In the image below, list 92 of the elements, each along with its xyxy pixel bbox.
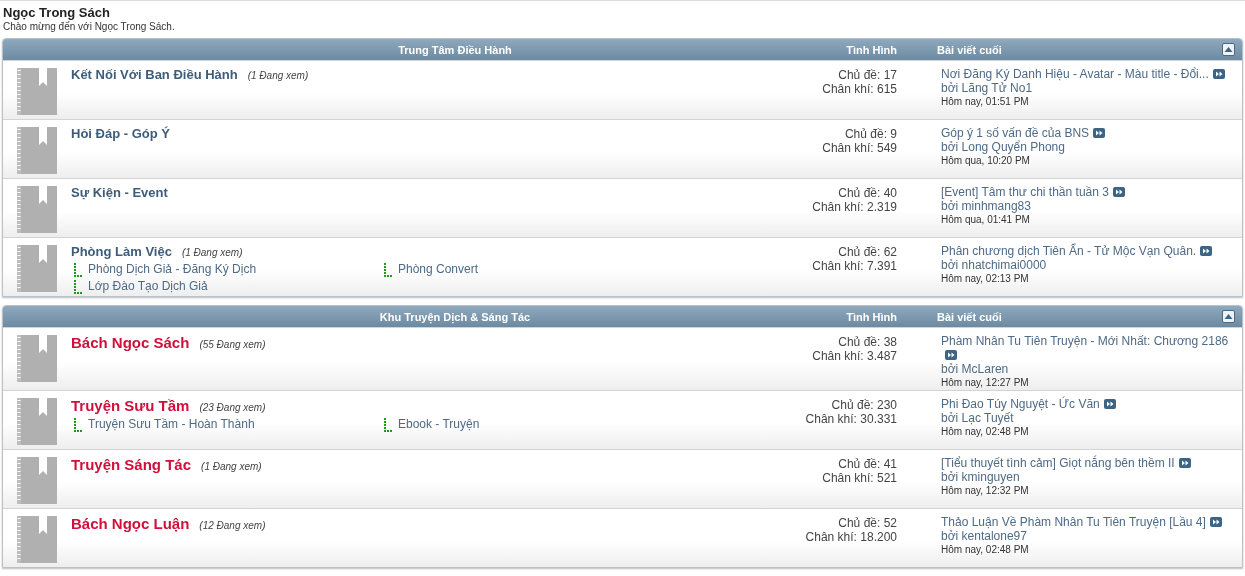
book-icon [17,398,57,445]
post-count: Chân khí: 3.487 [811,349,897,363]
tree-icon [74,262,83,277]
viewer-count: (1 Đang xem) [247,70,309,81]
last-post-time: Hôm nay, 02:48 PM [941,425,1030,439]
tree-icon [74,279,83,294]
page-subtitle: Chào mừng đến với Ngọc Trong Sách. [3,21,176,32]
viewer-count: (12 Đang xem) [199,520,266,531]
last-post-time: Hôm nay, 02:48 PM [941,543,1030,557]
topic-count: Chủ đề: 41 [837,457,897,471]
caret-up-icon [1224,46,1233,53]
go-icon[interactable] [1212,69,1225,79]
viewer-count: (1 Đang xem) [181,247,243,258]
book-icon [17,68,57,115]
go-icon[interactable] [1112,187,1125,197]
forum-link[interactable]: Phòng Làm Việc [71,244,172,259]
go-icon[interactable] [945,350,957,360]
forum-link[interactable]: Bách Ngọc Sách [71,334,190,351]
last-post-link[interactable]: [Event] Tâm thư chi thần tuần 3 [941,185,1109,199]
last-post-link[interactable]: Thảo Luận Về Phàm Nhân Tu Tiên Truyện [Lầu 4] [941,515,1206,529]
forum-link[interactable]: Bách Ngọc Luận [71,515,190,532]
last-post-link[interactable]: [Tiểu thuyết tình cảm] Giọt nắng bên thềm II [941,456,1175,470]
page-title: Ngọc Trong Sách [3,5,111,20]
subforum-link[interactable]: Ebook - Truyện [384,416,584,433]
last-post-author[interactable]: bởi Long Quyển Phong [941,140,1238,154]
book-icon [17,335,57,382]
collapse-button[interactable] [1222,43,1235,56]
last-post-time: Hôm nay, 01:51 PM [941,95,1030,109]
book-icon [17,457,57,504]
subforum-link[interactable]: Phòng Dịch Giả - Đăng Ký Dịch [74,261,384,278]
post-count: Chân khí: 7.391 [811,259,897,273]
last-post-time: Hôm nay, 12:27 PM [941,376,1030,390]
post-count: Chân khí: 2.319 [811,200,897,214]
last-post-link[interactable]: Phân chương dịch Tiên Ẩn - Tử Mộc Vạn Quân. [941,244,1197,258]
forum-link[interactable]: Truyện Sưu Tầm [71,397,190,414]
post-count: Chân khí: 615 [821,82,897,96]
last-post-author[interactable]: bởi kentalone97 [941,529,1238,543]
last-post-link[interactable]: Góp ý 1 số vấn đề của BNS [941,126,1090,140]
last-post-time: Hôm nay, 02:13 PM [941,272,1030,286]
last-post-link[interactable]: Nơi Đăng Ký Danh Hiệu - Avatar - Màu title - Đổi... [941,67,1209,81]
last-post-author[interactable]: bởi Lạc Tuyết [941,411,1238,425]
last-post-time: Hôm qua, 10:20 PM [941,154,1031,168]
book-icon [17,186,57,233]
subforum-link[interactable]: Phòng Convert [384,261,584,278]
column-heading: Bài viết cuối [936,310,1003,323]
tree-icon [384,417,393,432]
caret-up-icon [1224,313,1233,320]
topic-count: Chủ đề: 230 [830,398,897,412]
section-title: Khu Truyện Dịch & Sáng Tác [378,310,532,323]
forum-link[interactable]: Truyện Sáng Tác [71,456,192,473]
forum-link[interactable]: Hỏi Đáp - Góp Ý [71,126,170,141]
column-heading: Tình Hình [845,310,897,323]
last-post-author[interactable]: bởi McLaren [941,362,1238,376]
book-icon [17,516,57,563]
book-icon [17,245,57,292]
go-icon[interactable] [1103,399,1116,409]
forum-link[interactable]: Kết Nối Với Ban Điều Hành [71,67,238,82]
go-icon[interactable] [1200,246,1213,256]
forum-link[interactable]: Sự Kiện - Event [71,185,168,200]
subforum-link[interactable]: Truyện Sưu Tầm - Hoàn Thành [74,416,384,433]
topic-count: Chủ đề: 9 [843,127,897,141]
viewer-count: (23 Đang xem) [199,402,266,413]
viewer-count: (1 Đang xem) [201,461,262,472]
book-icon [17,127,57,174]
viewer-count: (55 Đang xem) [199,339,266,350]
tree-icon [74,417,83,432]
last-post-link[interactable]: Phàm Nhân Tu Tiên Truyện - Mới Nhất: Chương 2186 [941,334,1229,348]
last-post-author[interactable]: bởi minhmang83 [941,199,1238,213]
topic-count: Chủ đề: 17 [837,68,897,82]
collapse-button[interactable] [1222,310,1235,323]
topic-count: Chủ đề: 52 [837,516,897,530]
go-icon[interactable] [1093,128,1106,138]
post-count: Chân khí: 521 [821,471,897,485]
post-count: Chân khí: 549 [821,141,897,155]
topic-count: Chủ đề: 40 [837,186,897,200]
column-heading: Tình Hình [845,43,897,56]
post-count: Chân khí: 18.200 [804,530,897,544]
post-count: Chân khí: 30.331 [804,412,897,426]
last-post-author[interactable]: bởi nhatchimai0000 [941,258,1238,272]
topic-count: Chủ đề: 62 [837,245,897,259]
subforum-link[interactable]: Lớp Đào Tạo Dịch Giả [74,278,384,295]
last-post-author[interactable]: bởi Lãng Tử No1 [941,81,1238,95]
last-post-time: Hôm nay, 12:32 PM [941,484,1030,498]
go-icon[interactable] [1178,458,1191,468]
go-icon[interactable] [1209,517,1222,527]
last-post-time: Hôm qua, 01:41 PM [941,213,1031,227]
topic-count: Chủ đề: 38 [837,335,897,349]
tree-icon [384,262,393,277]
section-title: Trung Tâm Điều Hành [397,43,513,56]
last-post-link[interactable]: Phi Đao Túy Nguyệt - Ức Văn [941,397,1100,411]
column-heading: Bài viết cuối [936,43,1003,56]
last-post-author[interactable]: bởi kminguyen [941,470,1238,484]
